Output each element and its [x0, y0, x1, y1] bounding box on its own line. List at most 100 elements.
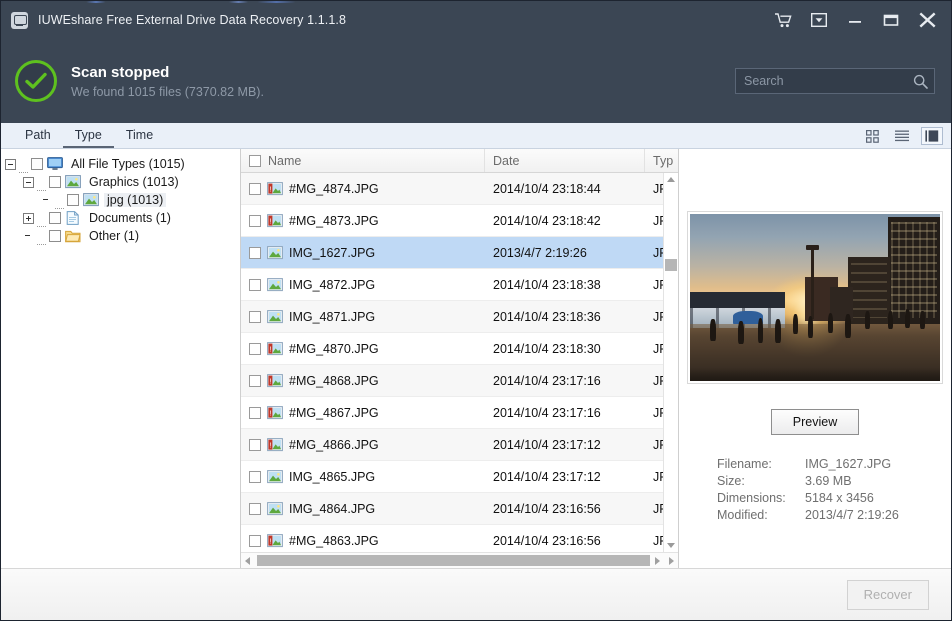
search-area: [735, 68, 935, 94]
horizontal-scroll-thumb[interactable]: [257, 555, 650, 566]
tree-item-jpg[interactable]: jpg (1013): [5, 191, 240, 209]
row-checkbox[interactable]: [249, 343, 261, 355]
scroll-up-arrow-icon[interactable]: [667, 177, 675, 182]
table-row[interactable]: ! #MG_4863.JPG 2014/10/4 23:16:56 JPI: [241, 525, 663, 552]
tree-item-graphics[interactable]: Graphics (1013): [5, 173, 240, 191]
detail-view-icon[interactable]: [921, 127, 943, 145]
file-name: #MG_4870.JPG: [289, 342, 379, 356]
row-checkbox[interactable]: [249, 247, 261, 259]
row-checkbox[interactable]: [249, 183, 261, 195]
table-row[interactable]: ! #MG_4868.JPG 2014/10/4 23:17:16 JPI: [241, 365, 663, 397]
column-header-type[interactable]: Typ: [645, 149, 678, 172]
table-row[interactable]: IMG_4864.JPG 2014/10/4 23:16:56 JPI: [241, 493, 663, 525]
maximize-icon[interactable]: [873, 1, 909, 39]
foreground-shadow: [690, 368, 940, 381]
table-row[interactable]: ! #MG_4874.JPG 2014/10/4 23:18:44 JPI: [241, 173, 663, 205]
cell-name: ! #MG_4866.JPG: [241, 438, 485, 452]
file-name: #MG_4867.JPG: [289, 406, 379, 420]
cell-type: JPI: [645, 310, 663, 324]
search-icon[interactable]: [912, 74, 928, 89]
table-row[interactable]: IMG_4871.JPG 2014/10/4 23:18:36 JPI: [241, 301, 663, 333]
row-checkbox[interactable]: [249, 311, 261, 323]
vertical-scroll-thumb[interactable]: [665, 259, 677, 271]
title-bar: IUWEshare Free External Drive Data Recov…: [1, 1, 951, 39]
tree-leaf-spacer: [23, 231, 34, 242]
broken-image-icon: !: [267, 534, 283, 548]
status-subtitle: We found 1015 files (7370.82 MB).: [71, 85, 264, 99]
row-checkbox[interactable]: [249, 375, 261, 387]
tab-time[interactable]: Time: [114, 123, 165, 148]
row-checkbox[interactable]: [249, 471, 261, 483]
tab-type[interactable]: Type: [63, 123, 114, 148]
cell-type: JPI: [645, 342, 663, 356]
cell-date: 2014/10/4 23:17:12: [485, 438, 645, 452]
cell-type: JPI: [645, 374, 663, 388]
column-header-name[interactable]: Name: [241, 149, 485, 172]
broken-image-icon: !: [267, 342, 283, 356]
table-row[interactable]: IMG_4865.JPG 2014/10/4 23:17:12 JPI: [241, 461, 663, 493]
application-window: IUWEshare Free External Drive Data Recov…: [0, 0, 952, 621]
grid-view-icon[interactable]: [861, 127, 883, 145]
expand-toggle-icon[interactable]: [23, 213, 34, 224]
row-checkbox[interactable]: [249, 503, 261, 515]
tab-path[interactable]: Path: [13, 123, 63, 148]
metadata-key-modified: Modified:: [717, 508, 805, 522]
list-view-icon[interactable]: [891, 127, 913, 145]
tree-item-other[interactable]: Other (1): [5, 227, 240, 245]
scroll-left-arrow-icon[interactable]: [241, 553, 255, 568]
person-silhouette: [845, 314, 851, 337]
table-row[interactable]: IMG_4872.JPG 2014/10/4 23:18:38 JPI: [241, 269, 663, 301]
column-header-date[interactable]: Date: [485, 149, 645, 172]
table-row[interactable]: ! #MG_4866.JPG 2014/10/4 23:17:12 JPI: [241, 429, 663, 461]
broken-image-icon: !: [267, 406, 283, 420]
scan-status-band: Scan stopped We found 1015 files (7370.8…: [1, 39, 951, 123]
row-checkbox[interactable]: [249, 439, 261, 451]
file-name: IMG_4871.JPG: [289, 310, 375, 324]
broken-image-icon: !: [267, 182, 283, 196]
recover-button[interactable]: Recover: [847, 580, 929, 610]
tree-checkbox[interactable]: [49, 176, 61, 188]
collapse-toggle-icon[interactable]: [5, 159, 16, 170]
cart-icon[interactable]: [765, 1, 801, 39]
row-checkbox[interactable]: [249, 535, 261, 547]
table-row[interactable]: ! #MG_4873.JPG 2014/10/4 23:18:42 JPI: [241, 205, 663, 237]
table-row[interactable]: ! #MG_4870.JPG 2014/10/4 23:18:30 JPI: [241, 333, 663, 365]
table-row[interactable]: IMG_1627.JPG 2013/4/7 2:19:26 JPI: [241, 237, 663, 269]
row-checkbox[interactable]: [249, 407, 261, 419]
scroll-right-page-icon[interactable]: [664, 553, 678, 568]
tree-checkbox[interactable]: [31, 158, 43, 170]
search-input[interactable]: [744, 74, 912, 88]
person-silhouette: [738, 321, 744, 344]
file-rows-viewport: ! #MG_4874.JPG 2014/10/4 23:18:44 JPI ! …: [241, 173, 678, 552]
table-row[interactable]: ! #MG_4867.JPG 2014/10/4 23:17:16 JPI: [241, 397, 663, 429]
cell-name: ! #MG_4873.JPG: [241, 214, 485, 228]
minimize-icon[interactable]: [837, 1, 873, 39]
preview-button[interactable]: Preview: [771, 409, 859, 435]
collapse-toggle-icon[interactable]: [23, 177, 34, 188]
tree-item-label: Documents (1): [86, 211, 174, 225]
column-header-type-label: Typ: [653, 154, 673, 168]
file-list-horizontal-scrollbar[interactable]: [241, 552, 678, 568]
file-list-vertical-scrollbar[interactable]: [663, 173, 678, 552]
row-checkbox[interactable]: [249, 279, 261, 291]
row-checkbox[interactable]: [249, 215, 261, 227]
file-name: #MG_4866.JPG: [289, 438, 379, 452]
select-all-checkbox[interactable]: [249, 155, 261, 167]
tree-item-label: All File Types (1015): [68, 157, 188, 171]
folder-icon: [65, 229, 81, 243]
tree-checkbox[interactable]: [49, 212, 61, 224]
tree-item-all-file-types[interactable]: All File Types (1015): [5, 155, 240, 173]
search-box[interactable]: [735, 68, 935, 94]
close-icon[interactable]: [909, 1, 945, 39]
tree-checkbox[interactable]: [67, 194, 79, 206]
check-circle-icon: [15, 60, 57, 102]
menu-box-icon[interactable]: [801, 1, 837, 39]
tree-item-documents[interactable]: Documents (1): [5, 209, 240, 227]
status-title: Scan stopped: [71, 64, 264, 81]
tree-checkbox[interactable]: [49, 230, 61, 242]
image-icon: [83, 193, 99, 207]
cell-date: 2014/10/4 23:17:16: [485, 406, 645, 420]
person-silhouette: [793, 314, 798, 334]
scroll-down-arrow-icon[interactable]: [667, 543, 675, 548]
scroll-right-arrow-icon[interactable]: [650, 553, 664, 568]
